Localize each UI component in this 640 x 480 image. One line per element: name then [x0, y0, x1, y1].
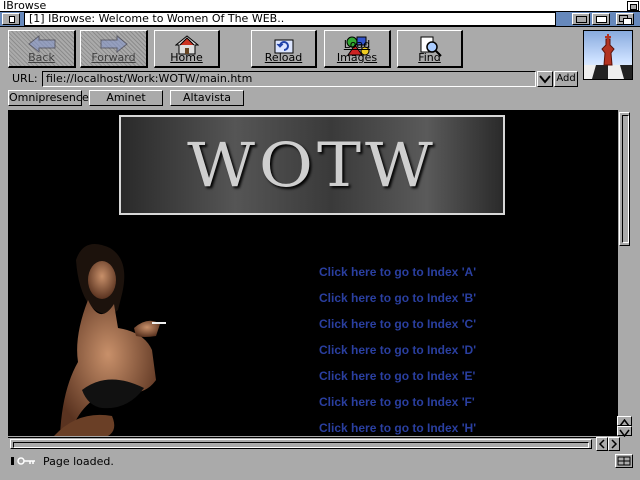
- arrow-down-icon: [619, 429, 630, 438]
- find-label: Find: [418, 51, 441, 64]
- find-button[interactable]: Find: [397, 30, 463, 68]
- url-history-dropdown[interactable]: [537, 71, 553, 87]
- iconify-gadget[interactable]: [592, 13, 610, 25]
- load-images-button[interactable]: Load Images: [324, 30, 391, 68]
- index-link-c[interactable]: Click here to go to Index 'C': [319, 317, 476, 331]
- home-label: Home: [170, 51, 203, 64]
- scroll-up-button[interactable]: [617, 416, 632, 427]
- horizontal-scrollbar[interactable]: [8, 437, 596, 451]
- add-bookmark-button[interactable]: Add: [554, 71, 578, 87]
- horizontal-scroll-knob[interactable]: [10, 439, 592, 449]
- url-label: URL:: [12, 72, 38, 85]
- index-link-a[interactable]: Click here to go to Index 'A': [319, 265, 476, 279]
- window-size-gadget[interactable]: [615, 454, 633, 468]
- bookmark-omnipresence[interactable]: Omnipresence: [8, 90, 89, 106]
- ibrowse-logo[interactable]: [583, 30, 633, 80]
- woman-photo: [54, 244, 166, 436]
- bookmark-aminet[interactable]: Aminet: [89, 90, 163, 106]
- vertical-scroll-knob[interactable]: [619, 112, 630, 246]
- screen-title: IBrowse: [3, 0, 47, 12]
- window-title: [1] IBrowse: Welcome to Women Of The WEB…: [24, 12, 556, 26]
- status-text: Page loaded.: [43, 455, 114, 468]
- back-label: Back: [28, 51, 55, 64]
- banner-text: WOTW: [187, 130, 437, 201]
- resize-icon: [617, 456, 631, 466]
- chevron-down-icon: [539, 75, 551, 84]
- forward-label: Forward: [91, 51, 136, 64]
- index-link-h[interactable]: Click here to go to Index 'H': [319, 421, 476, 435]
- wotw-banner: WOTW: [119, 115, 505, 215]
- index-link-f[interactable]: Click here to go to Index 'F': [319, 395, 475, 409]
- index-link-e[interactable]: Click here to go to Index 'E': [319, 369, 475, 383]
- scroll-right-button[interactable]: [608, 437, 620, 451]
- scroll-down-button[interactable]: [617, 426, 632, 438]
- url-input[interactable]: file://localhost/Work:WOTW/main.htm: [42, 71, 536, 87]
- page-content[interactable]: WOTW Click here to go to Index 'A' Click…: [8, 110, 617, 436]
- close-window-gadget[interactable]: [2, 13, 20, 25]
- chess-king-logo-icon: [584, 34, 632, 79]
- screen-depth-gadget[interactable]: [627, 1, 639, 11]
- window-title-bar[interactable]: [1] IBrowse: Welcome to Women Of The WEB…: [0, 12, 640, 27]
- load-images-label: Load Images: [336, 38, 378, 64]
- bookmark-altavista[interactable]: Altavista: [170, 90, 244, 106]
- index-link-b[interactable]: Click here to go to Index 'B': [319, 291, 476, 305]
- vertical-scrollbar[interactable]: [617, 110, 632, 416]
- zoom-gadget[interactable]: [572, 13, 590, 25]
- forward-button[interactable]: Forward: [80, 30, 148, 68]
- security-key-icon: [11, 457, 35, 465]
- arrow-left-icon: [598, 439, 605, 449]
- home-button[interactable]: Home: [154, 30, 220, 68]
- back-button[interactable]: Back: [8, 30, 76, 68]
- reload-button[interactable]: Reload: [251, 30, 317, 68]
- reload-label: Reload: [264, 51, 303, 64]
- screen-title-bar: IBrowse: [0, 0, 640, 12]
- index-link-d[interactable]: Click here to go to Index 'D': [319, 343, 476, 357]
- window-depth-gadget[interactable]: [616, 13, 634, 25]
- arrow-right-icon: [611, 439, 618, 449]
- scroll-left-button[interactable]: [596, 437, 608, 451]
